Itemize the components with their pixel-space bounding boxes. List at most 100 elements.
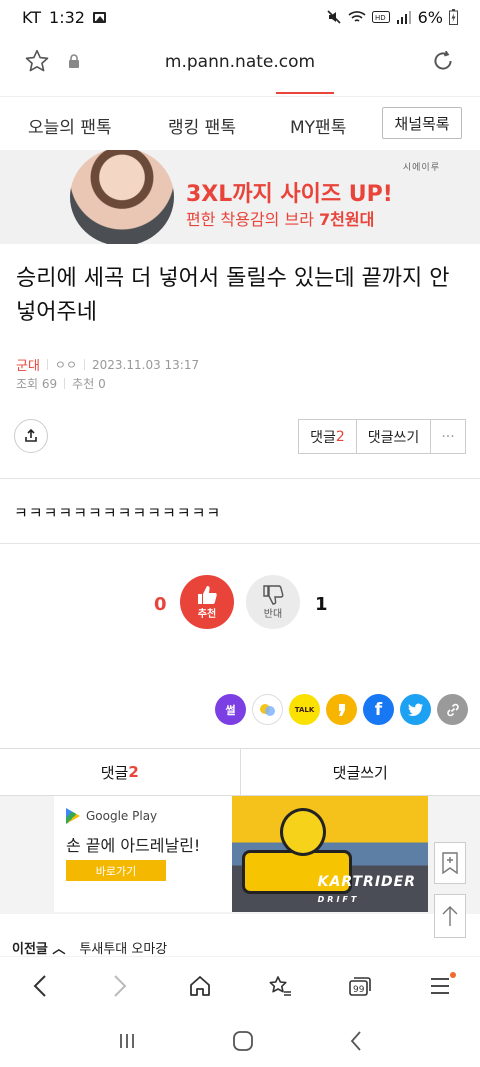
gallery-notification-icon	[92, 11, 106, 23]
battery-charging-icon	[449, 9, 458, 25]
ad-go-button[interactable]: 바로가기	[66, 860, 166, 881]
recent-apps-icon[interactable]	[117, 1031, 137, 1051]
address-text[interactable]: m.pann.nate.com	[0, 52, 480, 72]
facebook-share-icon[interactable]: f	[363, 694, 394, 725]
svg-text:99: 99	[353, 985, 365, 995]
notification-dot	[450, 971, 456, 978]
tabs-button[interactable]: 99	[338, 964, 382, 1008]
chain-link-icon	[446, 703, 459, 716]
game-subtitle: DRIFT	[317, 895, 360, 904]
chevron-left-icon	[33, 974, 46, 997]
thumbs-up-icon	[198, 585, 217, 604]
tab-today[interactable]: 오늘의 팬톡	[28, 113, 112, 138]
post-meta: 군대 ㅇㅇ 2023.11.03 13:17	[16, 355, 200, 375]
divider	[0, 543, 480, 544]
home-button[interactable]	[178, 964, 222, 1008]
chat-bubbles-icon	[259, 703, 275, 716]
post-action-group: 댓글 2 댓글쓰기 ···	[298, 419, 466, 454]
post-category[interactable]: 군대	[16, 355, 40, 374]
back-button[interactable]	[18, 964, 62, 1008]
battery-percent: 6%	[417, 7, 443, 27]
kakaostory-share-icon[interactable]	[326, 694, 357, 725]
recommend-button[interactable]: 추천	[180, 575, 234, 629]
write-comment-tab[interactable]: 댓글쓰기	[241, 749, 480, 795]
post-body: ㅋㅋㅋㅋㅋㅋㅋㅋㅋㅋㅋㅋㅋㅋ	[14, 504, 222, 522]
chevron-right-icon	[114, 974, 127, 997]
twitter-bird-icon	[407, 703, 423, 716]
ssul-share-icon[interactable]: 썰	[215, 694, 246, 725]
write-comment-button[interactable]: 댓글쓰기	[357, 420, 431, 453]
ad-headline: 손 끝에 아드레날린!	[66, 836, 201, 855]
oppose-label: 반대	[263, 608, 283, 620]
comments-label: 댓글	[100, 763, 129, 782]
floating-bookmark-button[interactable]	[434, 842, 466, 884]
ad-title: 3XL까지 사이즈 UP!	[186, 182, 393, 207]
comments-tab[interactable]: 댓글 2	[0, 749, 241, 795]
home-system-icon[interactable]	[232, 1030, 254, 1052]
post-stats: 조회 69 추천 0	[16, 375, 106, 392]
mute-icon	[327, 10, 341, 24]
forward-button[interactable]	[98, 964, 142, 1008]
reload-icon[interactable]	[430, 48, 456, 74]
kakaotalk-share-icon[interactable]: TALK	[289, 694, 320, 725]
wifi-icon	[348, 11, 366, 22]
arrow-up-icon	[442, 906, 458, 926]
kartrider-game-art: KARTRIDER DRIFT	[232, 796, 428, 912]
comment-count-button[interactable]: 댓글 2	[299, 420, 357, 453]
link-share-icon[interactable]	[437, 694, 468, 725]
post-author: ㅇㅇ	[54, 358, 78, 372]
tabs-count-icon: 99	[349, 976, 371, 996]
prev-post-label: 이전글 ︿	[12, 942, 66, 957]
pann-nav-tabs: 오늘의 팬톡 랭킹 팬톡 MY팬톡 채널목록	[0, 96, 480, 150]
more-button[interactable]: ···	[431, 420, 465, 453]
channel-list-button[interactable]: 채널목록	[382, 107, 462, 139]
post-title: 승리에 세곡 더 넣어서 돌릴수 있는데 끝까지 안 넣어주네	[16, 266, 450, 325]
recommend-count: 0	[154, 594, 167, 615]
star-list-icon	[269, 975, 291, 996]
meta-divider	[46, 359, 48, 370]
comments-count: 2	[128, 763, 139, 781]
bookmark-add-icon	[442, 852, 458, 874]
driver-character	[280, 808, 326, 856]
post-recommend: 추천 0	[72, 377, 106, 391]
browser-toolbar: 99	[0, 956, 480, 1014]
bottom-ad-banner[interactable]: Google Play 손 끝에 아드레날린! 바로가기 KARTRIDER DR…	[0, 796, 480, 914]
post-views: 조회 69	[16, 377, 58, 391]
comment-bar: 댓글 2 댓글쓰기	[0, 748, 480, 796]
bookmarks-button[interactable]	[258, 964, 302, 1008]
game-name: KARTRIDER	[317, 874, 416, 890]
home-icon	[190, 975, 210, 996]
comment-label: 댓글	[310, 429, 336, 446]
prev-post-title: 투새투대 오마강	[79, 942, 168, 957]
comment-count: 2	[335, 428, 345, 445]
prev-post-row[interactable]: 이전글 ︿ 투새투대 오마강	[12, 938, 167, 957]
menu-button[interactable]	[418, 964, 462, 1008]
thumbs-down-icon	[263, 584, 284, 605]
system-navigation-bar	[0, 1014, 480, 1067]
status-bar: KT 1:32 HD 6%	[0, 0, 480, 34]
ad-model-image	[70, 150, 174, 244]
meta-divider	[64, 378, 66, 389]
recommend-label: 추천	[197, 608, 217, 620]
google-play-logo: Google Play	[66, 808, 157, 824]
ad-brand: 시에이루	[402, 163, 440, 173]
signal-icon	[396, 11, 411, 24]
store-name: Google Play	[86, 809, 158, 823]
ad-price: 7천원대	[319, 210, 375, 229]
twitter-share-icon[interactable]	[400, 694, 431, 725]
clock: 1:32	[49, 7, 85, 27]
tab-my[interactable]: MY팬톡	[290, 113, 346, 138]
back-system-icon[interactable]	[349, 1030, 363, 1052]
oppose-count: 1	[315, 594, 328, 615]
share-icon	[25, 429, 37, 442]
chat-share-icon[interactable]	[252, 694, 283, 725]
top-ad-banner[interactable]: 시에이루 3XL까지 사이즈 UP! 편한 착용감의 브라 7천원대	[0, 150, 480, 244]
game-title: KARTRIDER DRIFT	[318, 874, 416, 906]
oppose-button[interactable]: 반대	[246, 575, 300, 629]
post-date: 2023.11.03 13:17	[92, 357, 200, 372]
meta-divider	[84, 359, 86, 370]
scroll-top-button[interactable]	[434, 894, 466, 938]
share-button[interactable]	[14, 419, 48, 453]
tab-ranking[interactable]: 랭킹 팬톡	[168, 113, 236, 138]
hd-voice-icon: HD	[371, 11, 390, 23]
